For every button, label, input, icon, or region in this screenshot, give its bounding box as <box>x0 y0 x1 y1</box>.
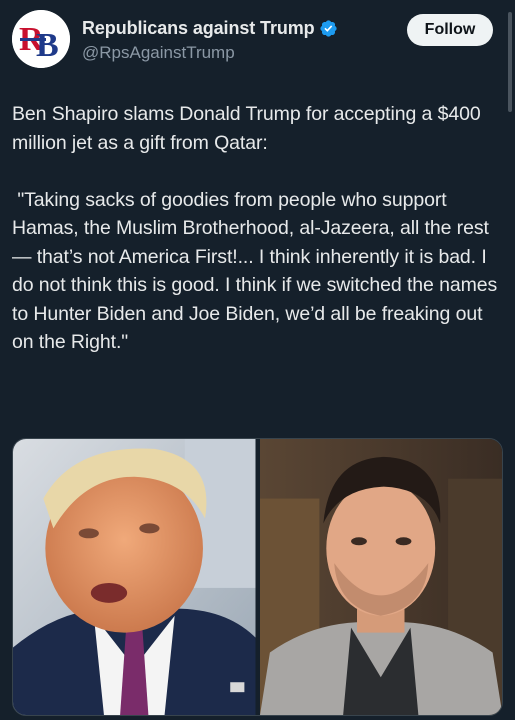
photo-donald-trump-icon[interactable] <box>13 439 256 715</box>
tweet-header: R B Republicans against Trump @RpsAgains… <box>12 10 493 70</box>
tweet-card: R B Republicans against Trump @RpsAgains… <box>0 0 515 720</box>
verified-badge-icon <box>319 19 338 38</box>
account-handle[interactable]: @RpsAgainstTrump <box>82 43 235 63</box>
svg-text:B: B <box>36 27 59 64</box>
rb-logo-avatar-icon[interactable]: R B <box>12 10 70 68</box>
tweet-text: Ben Shapiro slams Donald Trump for accep… <box>12 103 498 353</box>
photo-ben-shapiro-icon[interactable] <box>259 439 502 715</box>
display-name-row: Republicans against Trump <box>82 16 338 40</box>
follow-button[interactable]: Follow <box>407 14 493 46</box>
scrollbar[interactable] <box>508 12 512 112</box>
display-name[interactable]: Republicans against Trump <box>82 18 315 39</box>
tweet-media[interactable] <box>12 438 503 716</box>
